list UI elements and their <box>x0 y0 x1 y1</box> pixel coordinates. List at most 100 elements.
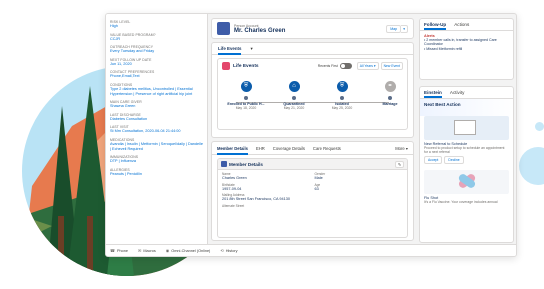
timeline-marker <box>340 96 344 100</box>
calendar-icon <box>222 62 230 70</box>
member-details-panel: Member Details ✎ Name Charles Green Gende… <box>217 158 408 238</box>
life-events-title: Life Events <box>233 63 259 69</box>
member-details-title: Member Details <box>229 161 263 167</box>
event-date: May 21, 2020 <box>283 106 305 110</box>
record-title: Person Account Mr. Charles Green <box>234 24 285 34</box>
field-value[interactable]: Peanuts | Penicillin <box>110 172 203 177</box>
tab-follow-up[interactable]: Follow-Up <box>424 19 447 30</box>
shield-icon: ⛨ <box>240 81 252 92</box>
life-event[interactable]: ⛨ Isolated May 25, 2020 <box>322 81 362 110</box>
field-value[interactable]: St Mm Consultation, 2020-06-04 21:44:00 <box>110 129 203 134</box>
next-best-action-title: Next Best Action <box>420 99 513 116</box>
member-field: Birthdate 1957-09-04 <box>222 183 311 192</box>
field-value[interactable]: DTP | Influenza <box>110 159 203 164</box>
follow-up-card: Follow-Up Actions Alerts • 2 member call… <box>419 18 514 80</box>
field-value[interactable]: Shawna Green <box>110 104 203 109</box>
utility-macros[interactable]: ✉ Macros <box>138 248 156 253</box>
field-conditions: Conditions Type 2 diabetes mellitus, Unco… <box>110 83 203 96</box>
event-title: Marriage <box>382 102 398 106</box>
record-header: Person Account Mr. Charles Green Map ▾ <box>211 18 414 39</box>
event-date: May 18, 2020 <box>235 106 257 110</box>
life-events-card: Life Events ▾ Life Events Recents First … <box>211 42 414 138</box>
right-column: Follow-Up Actions Alerts • 2 member call… <box>419 18 514 245</box>
macros-icon: ✉ <box>137 248 142 253</box>
member-field <box>315 193 404 202</box>
timeline-marker <box>244 96 248 100</box>
chevron-down-icon[interactable]: ▾ <box>250 43 252 55</box>
field-value[interactable]: Avandia | Insulin | Metformin | Seroquel… <box>110 142 203 151</box>
field-last-visit: Last Visit St Mm Consultation, 2020-06-04… <box>110 125 203 134</box>
field-immunizations: Immunizations DTP | Influenza <box>110 155 203 164</box>
timeline-marker <box>388 96 392 100</box>
follow-up-tabs: Follow-Up Actions <box>420 19 513 31</box>
utility-omni-channel[interactable]: ◉ Omni-Channel (Online) <box>166 248 211 253</box>
field-contact-prefs: Contact Preferences Phone,Email,Text <box>110 70 203 79</box>
life-event[interactable]: ⚭ Marriage <box>370 81 410 106</box>
accept-button[interactable]: Accept <box>424 156 443 164</box>
field-value[interactable]: High <box>110 24 203 29</box>
more-tabs-dropdown[interactable]: More ▾ <box>395 146 408 151</box>
alert-item: • 2 member calls in, transfer to assigne… <box>424 38 497 47</box>
decorative-dot <box>535 122 544 131</box>
field-medications: Medications Avandia | Insulin | Metformin… <box>110 138 203 151</box>
map-button[interactable]: Map <box>386 24 402 33</box>
alerts-panel: Alerts • 2 member calls in, transfer to … <box>420 31 513 54</box>
field-value: 1957-09-04 <box>222 186 242 191</box>
header-actions: Map ▾ <box>386 24 408 33</box>
phone-icon: ☎ <box>110 248 115 253</box>
field-value[interactable]: CCJR <box>110 37 203 42</box>
utility-label: Omni-Channel (Online) <box>171 248 211 253</box>
life-events-panel: Life Events Recents First All Years ▾ Ne… <box>217 58 408 130</box>
life-event[interactable]: ⌂ Quarantined May 21, 2020 <box>274 81 314 110</box>
timeline-marker <box>292 96 296 100</box>
field-value[interactable]: Phone,Email,Text <box>110 74 203 79</box>
monitor-icon <box>454 120 476 135</box>
field-caregiver: Main Care Giver Shawna Green <box>110 100 203 109</box>
member-field: Alternate Street <box>222 204 311 208</box>
field-label: Alternate Street <box>222 203 245 208</box>
utility-label: History <box>225 248 238 253</box>
field-value: Male <box>314 176 323 180</box>
life-events-tabs: Life Events ▾ <box>212 43 413 55</box>
field-value[interactable]: Type 2 diabetes mellitus, Uncontrolled |… <box>110 87 203 96</box>
tab-coverage-details[interactable]: Coverage Details <box>273 142 305 155</box>
einstein-tabs: Einstein Activity <box>420 87 513 99</box>
field-value[interactable]: Every Tuesday and Friday <box>110 49 203 54</box>
field-allergies: Allergies Peanuts | Penicillin <box>110 168 203 177</box>
rings-icon: ⚭ <box>384 81 396 92</box>
recent-first-label: Recents First <box>317 64 338 68</box>
field-value[interactable]: Diabetes Consultation <box>110 117 203 122</box>
flu-shot-illustration <box>424 170 509 194</box>
utility-phone[interactable]: ☎ Phone <box>110 248 128 253</box>
tab-actions[interactable]: Actions <box>454 19 469 30</box>
member-details-header: Member Details ✎ <box>218 159 407 170</box>
recent-first-toggle[interactable] <box>339 63 352 69</box>
utility-label: Phone <box>116 248 128 253</box>
life-event[interactable]: ⛨ Enrolled to Public H... May 18, 2020 <box>226 81 266 110</box>
life-events-header: Life Events Recents First All Years ▾ Ne… <box>218 59 407 73</box>
tab-member-details[interactable]: Member Details <box>217 142 248 155</box>
tab-einstein[interactable]: Einstein <box>424 87 442 98</box>
decorative-circle <box>519 147 544 185</box>
tab-ehr[interactable]: EHR <box>256 142 265 155</box>
new-event-button[interactable]: New Event <box>380 62 403 70</box>
field-value[interactable]: Jun 11, 2020 <box>110 62 203 67</box>
field-last-discharge: Last Discharge Diabetes Consultation <box>110 113 203 122</box>
alert-text: Missed Metformin refill <box>426 46 463 51</box>
contact-icon <box>221 161 227 167</box>
member-card: Member Details EHR Coverage Details Care… <box>211 141 414 241</box>
all-years-dropdown[interactable]: All Years ▾ <box>356 62 379 70</box>
alert-item: • Missed Metformin refill <box>424 46 463 51</box>
flu-shot-description: It's a Flu Vaccine. Your coverage includ… <box>424 200 498 204</box>
field-value: Charles Green <box>222 176 247 180</box>
tab-activity[interactable]: Activity <box>450 87 465 98</box>
referral-illustration <box>424 116 509 140</box>
chevron-down-icon[interactable]: ▾ <box>401 24 408 33</box>
edit-icon[interactable]: ✎ <box>395 160 404 168</box>
decline-button[interactable]: Decline <box>444 156 464 164</box>
field-risk-level: Risk Level High <box>110 20 203 29</box>
life-events-controls: Recents First All Years ▾ New Event <box>318 62 403 70</box>
tab-life-events[interactable]: Life Events <box>218 43 242 55</box>
utility-history[interactable]: ⟲ History <box>220 248 237 253</box>
tab-care-requests[interactable]: Care Requests <box>313 142 341 155</box>
